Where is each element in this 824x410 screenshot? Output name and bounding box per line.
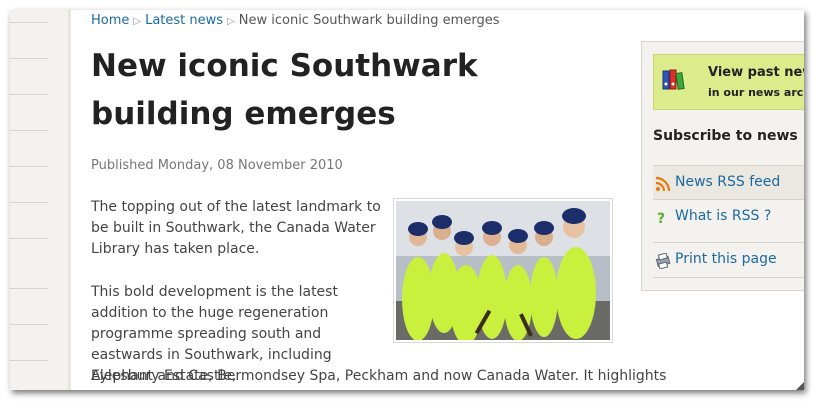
sidebar-item-label[interactable]: Print this page (675, 251, 777, 267)
sidebar-item-label[interactable]: What is RSS ? (675, 208, 771, 224)
archive-subtitle: in our news archive (708, 86, 804, 99)
breadcrumb-separator: ▷ (227, 16, 235, 27)
group-photo-hi-vis-workers (396, 201, 610, 340)
print-icon (655, 252, 671, 273)
question-icon: ? (655, 210, 667, 230)
breadcrumb-separator: ▷ (133, 16, 142, 27)
sidebar-item-rss-feed[interactable]: News RSS feed (653, 165, 804, 199)
published-date: Published Monday, 08 November 2010 (91, 158, 343, 173)
subscribe-heading: Subscribe to news (653, 128, 798, 144)
page-title: New iconic Southwark building emerges (91, 48, 478, 132)
archive-title: View past news (708, 65, 804, 80)
binders-icon (662, 69, 688, 95)
news-archive-button[interactable]: View past news in our news archive (653, 54, 804, 110)
breadcrumb: Home ▷ Latest news ▷ New iconic Southwark bu… (91, 13, 499, 28)
breadcrumb-current: New iconic Southwark building emerges (238, 13, 500, 28)
article-paragraph: The topping out of the latest landmark t… (91, 199, 381, 257)
svg-text:?: ? (657, 211, 665, 226)
breadcrumb-latest-news-link[interactable]: Latest news (145, 13, 223, 28)
rss-icon (655, 176, 671, 196)
resize-corner-icon (796, 382, 804, 390)
article-photo (393, 198, 613, 343)
breadcrumb-home-link[interactable]: Home (91, 13, 129, 28)
sidebar-item-what-is-rss[interactable]: ? What is RSS ? (653, 199, 804, 233)
left-navigation-strip (10, 10, 71, 390)
sidebar-item-label[interactable]: News RSS feed (675, 174, 780, 190)
sidebar-item-print-page[interactable]: Print this page (653, 242, 804, 278)
sidebar: View past news in our news archive Subsc… (641, 41, 804, 291)
browser-frame: Home ▷ Latest news ▷ New iconic Southwark bu… (10, 10, 804, 390)
article-paragraph-continuation: Aylesbury Estate, Bermondsey Spa, Peckha… (91, 368, 667, 384)
